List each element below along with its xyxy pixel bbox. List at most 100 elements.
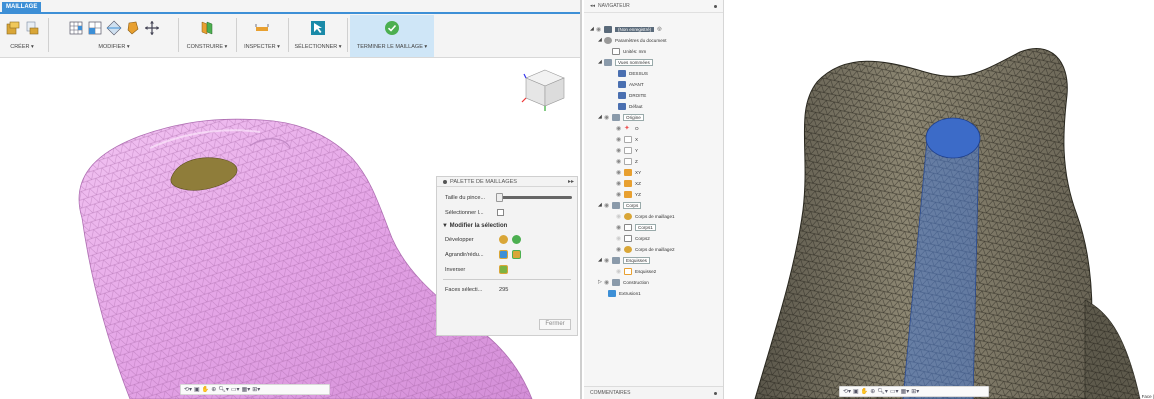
palette-header[interactable]: PALETTE DE MAILLAGES ▸▸ [437,177,577,187]
visibility-eye-icon[interactable]: ◉ [616,235,624,242]
visibility-eye-icon[interactable]: ◉ [604,202,612,209]
visibility-eye-icon[interactable]: ◉ [616,180,624,187]
view-cube[interactable] [520,66,570,112]
visibility-eye-icon[interactable]: ◉ [616,158,624,165]
tree-item-saved-views[interactable]: ◢ Vues nommées [598,57,653,67]
group-construire[interactable]: CONSTRUIRE ▾ [182,15,232,57]
visibility-eye-icon[interactable]: ◉ [604,279,612,286]
tree-item-corps-maillage2[interactable]: ◉ Corps de maillage2 [616,244,675,254]
visibility-eye-icon[interactable]: ◉ [596,26,604,33]
comments-menu-icon[interactable] [714,391,717,395]
sketch-icon [624,267,632,275]
tree-label: Esquisses [623,256,650,264]
viewport-left[interactable]: PALETTE DE MAILLAGES ▸▸ Taille du pince.… [0,58,580,399]
dark-mesh-model[interactable] [725,0,1154,399]
tree-item-corps-maillage1[interactable]: ◉ Corps de maillage1 [616,211,675,221]
group-modifier[interactable]: MODIFIER ▾ [54,15,174,57]
grow-edges-icon[interactable] [512,235,521,244]
pan-icon[interactable]: ✋ [202,386,209,393]
tree-root[interactable]: ◢ ◉ (Non enregistré) ◎ [590,24,662,34]
tree-item-origine[interactable]: ◢ ◉ Origine [598,112,644,122]
modify-selection-header[interactable]: ▼ Modifier la sélection [437,220,577,232]
close-palette-button[interactable]: Fermer [539,319,571,330]
tree-item-corps[interactable]: ◢ ◉ Corps [598,200,642,210]
tree-item-params[interactable]: ◢ Paramètres du document [598,35,667,45]
viewports-icon[interactable]: ⊞▾ [252,386,260,393]
display-settings-icon[interactable]: ▭▾ [231,386,240,393]
group-creer[interactable]: CRÉER ▾ [4,15,40,57]
look-at-icon[interactable]: ▣ [853,388,859,395]
tree-label: O [635,125,639,131]
comments-bar[interactable]: COMMENTAIRES [584,386,723,399]
visibility-eye-icon[interactable]: ◉ [616,125,624,132]
tree-item-yz[interactable]: ◉ YZ [616,189,641,199]
tree-item-x[interactable]: ◉ X [616,134,638,144]
visibility-eye-icon[interactable]: ◉ [616,224,624,231]
visibility-eye-icon[interactable]: ◉ [604,114,612,121]
tree-item-dessus[interactable]: DESSUS [618,68,648,78]
select-through-checkbox[interactable] [497,209,504,216]
tree-item-droite[interactable]: DROITE [618,90,646,100]
viewports-icon[interactable]: ⊞▾ [911,388,919,395]
tab-maillage[interactable]: MAILLAGE [2,2,42,12]
visibility-eye-icon[interactable]: ◉ [616,147,624,154]
row-select-through: Sélectionner l... [437,205,577,220]
visibility-eye-icon[interactable]: ◉ [616,213,624,220]
palette-collapse-icon[interactable]: ▸▸ [568,177,574,187]
pane-divider[interactable] [580,0,582,399]
tree-item-units[interactable]: Unités: mm [612,46,646,56]
look-at-icon[interactable]: ▣ [194,386,200,393]
measure-icon [255,24,269,31]
invert-icon[interactable] [499,265,508,274]
tree-label: Corps de maillage1 [635,213,675,219]
select-through-label: Sélectionner l... [445,209,484,216]
tree-item-construction[interactable]: ▷ ◉ Construction [598,277,649,287]
grid-icon[interactable]: ▦▾ [242,386,251,393]
visibility-eye-icon[interactable]: ◉ [616,268,624,275]
ribbon-separator [236,18,237,52]
group-inspecter[interactable]: INSPECTER ▾ [240,15,284,57]
folder-icon [612,256,620,264]
browser-title: NAVIGATEUR [598,3,630,9]
pan-icon[interactable]: ✋ [861,388,868,395]
visibility-eye-icon[interactable]: ◉ [616,169,624,176]
create-mesh-icon [6,21,19,35]
group-terminer-maillage[interactable]: TERMINER LE MAILLAGE ▾ [350,15,434,57]
zoom-fit-icon[interactable]: ⊕ [870,388,875,395]
tree-item-xy[interactable]: ◉ XY [616,167,641,177]
grid-icon[interactable]: ▦▾ [901,388,910,395]
tree-item-z[interactable]: ◉ Z [616,156,638,166]
group-selectionner[interactable]: SÉLECTIONNER ▾ [292,15,344,57]
browser-header[interactable]: ◂◂ NAVIGATEUR [584,0,723,13]
tree-item-esquisse2[interactable]: ◉ Esquisse2 [616,266,656,276]
visibility-eye-icon[interactable]: ◉ [616,136,624,143]
tree-item-avant[interactable]: AVANT [618,79,644,89]
zoom-icon[interactable]: 🔍︎▾ [877,388,888,395]
enlarge-icon[interactable] [499,250,508,259]
tree-item-defaut[interactable]: Défaut [618,101,643,111]
browser-menu-icon[interactable] [714,4,717,8]
orbit-icon[interactable]: ⟲▾ [843,388,851,395]
visibility-eye-icon[interactable]: ◉ [604,257,612,264]
visibility-eye-icon[interactable]: ◉ [616,191,624,198]
orbit-icon[interactable]: ⟲▾ [184,386,192,393]
tree-item-corps2[interactable]: ◉ Corps2 [616,233,650,243]
zoom-fit-icon[interactable]: ⊕ [211,386,216,393]
reduce-selection-icon[interactable] [512,250,521,259]
brush-size-slider[interactable] [496,193,572,202]
grow-faces-icon[interactable] [499,235,508,244]
tab-underline [0,12,580,14]
browser-collapse-icon[interactable]: ◂◂ [590,3,595,9]
tree-item-extrusion1[interactable]: Extrusion1 [608,288,641,298]
visibility-eye-icon[interactable]: ◉ [616,246,624,253]
active-radio-icon[interactable]: ◎ [657,26,661,32]
display-settings-icon[interactable]: ▭▾ [890,388,899,395]
slider-knob[interactable] [496,193,503,202]
tree-item-xz[interactable]: ◉ XZ [616,178,641,188]
zoom-icon[interactable]: 🔍︎▾ [218,386,229,393]
viewport-right[interactable]: ⟲▾ ▣ ✋ ⊕ 🔍︎▾ ▭▾ ▦▾ ⊞▾ 1 Face | [725,0,1154,399]
tree-item-y[interactable]: ◉ Y [616,145,638,155]
tree-item-esquisses[interactable]: ◢ ◉ Esquisses [598,255,650,265]
tree-item-o[interactable]: ◉ ✦ O [616,123,639,133]
tree-item-corps1[interactable]: ◉ Corps1 [616,222,656,232]
